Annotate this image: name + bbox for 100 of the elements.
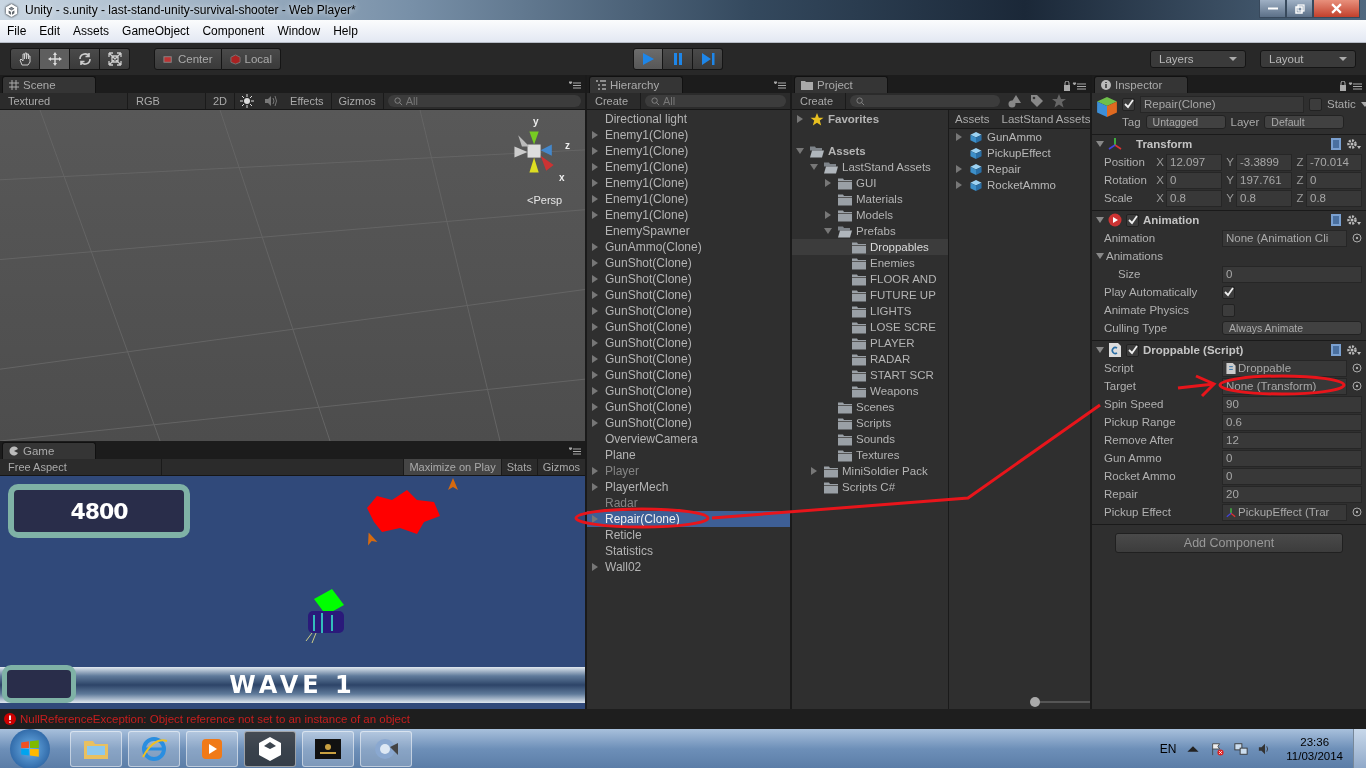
hierarchy-item[interactable]: GunShot(Clone) <box>587 383 790 399</box>
hierarchy-item[interactable]: GunShot(Clone) <box>587 319 790 335</box>
hierarchy-item[interactable]: Reticle <box>587 527 790 543</box>
collapse-arrow-icon[interactable] <box>810 163 818 171</box>
project-folder-item[interactable]: Prefabs <box>792 223 948 239</box>
expand-arrow-icon[interactable] <box>810 467 818 475</box>
expand-arrow-icon[interactable] <box>591 163 599 171</box>
menu-item[interactable]: Assets <box>66 24 116 38</box>
settings-icon[interactable] <box>1346 138 1362 150</box>
prefab-item[interactable]: GunAmmo <box>949 129 1090 145</box>
browser-app-button[interactable] <box>128 731 180 767</box>
number-field[interactable]: 0 <box>1222 467 1362 485</box>
expand-arrow-icon[interactable] <box>591 339 599 347</box>
number-field[interactable]: 0.6 <box>1222 413 1362 431</box>
clock[interactable]: 23:36 11/03/2014 <box>1286 735 1343 763</box>
hierarchy-item[interactable]: OverviewCamera <box>587 431 790 447</box>
expand-arrow-icon[interactable] <box>824 211 832 219</box>
component-enabled-checkbox[interactable] <box>1126 343 1139 357</box>
breadcrumb-link[interactable]: Assets <box>955 113 990 125</box>
panel-menu-icon[interactable] <box>774 81 786 89</box>
hierarchy-item[interactable]: GunShot(Clone) <box>587 271 790 287</box>
hierarchy-item[interactable]: GunShot(Clone) <box>587 287 790 303</box>
project-folder-item[interactable]: Droppables <box>792 239 948 255</box>
create-dropdown[interactable]: Create <box>587 93 641 109</box>
hierarchy-item[interactable]: GunShot(Clone) <box>587 415 790 431</box>
expand-arrow-icon[interactable] <box>955 133 963 141</box>
project-folder-item[interactable]: Scenes <box>792 399 948 415</box>
component-header[interactable]: Droppable (Script) <box>1092 341 1366 359</box>
project-folder-item[interactable]: Sounds <box>792 431 948 447</box>
collapse-arrow-icon[interactable] <box>796 147 804 155</box>
hierarchy-item[interactable]: Directional light <box>587 111 790 127</box>
hierarchy-item[interactable]: GunAmmo(Clone) <box>587 239 790 255</box>
icon-size-slider-thumb[interactable] <box>1030 697 1040 707</box>
foldout-label[interactable]: Animations <box>1106 250 1224 262</box>
number-field[interactable]: 0 <box>1222 265 1362 283</box>
game-view-toggle[interactable]: Stats <box>500 459 537 475</box>
scene-viewport[interactable]: y z x <Persp <box>0 110 585 441</box>
projection-label[interactable]: <Persp <box>527 194 563 206</box>
rotate-tool-button[interactable] <box>70 48 100 70</box>
project-folder-item[interactable]: FLOOR AND <box>792 271 948 287</box>
effects-dropdown[interactable]: Effects <box>283 93 332 109</box>
prefab-item[interactable]: Repair <box>949 161 1090 177</box>
number-field[interactable]: -70.014 <box>1306 153 1362 171</box>
project-folder-item[interactable]: MiniSoldier Pack <box>792 463 948 479</box>
prefab-item[interactable]: PickupEffect <box>949 145 1090 161</box>
collapse-arrow-icon[interactable] <box>1096 346 1104 354</box>
object-name-field[interactable]: Repair(Clone) <box>1140 95 1304 113</box>
object-field[interactable]: Droppable <box>1222 359 1347 377</box>
flag-warning-icon[interactable] <box>1210 742 1225 756</box>
expand-arrow-icon[interactable] <box>591 403 599 411</box>
active-checkbox[interactable] <box>1122 97 1135 111</box>
number-field[interactable]: 0.8 <box>1166 189 1222 207</box>
project-folder-item[interactable]: RADAR <box>792 351 948 367</box>
hierarchy-item[interactable]: Enemy1(Clone) <box>587 175 790 191</box>
close-button[interactable] <box>1313 0 1360 18</box>
caret-icon[interactable] <box>1360 101 1366 107</box>
project-folder-item[interactable]: Assets <box>792 143 948 159</box>
hand-tool-button[interactable] <box>10 48 40 70</box>
project-folder-item[interactable]: Enemies <box>792 255 948 271</box>
language-indicator[interactable]: EN <box>1159 742 1177 756</box>
folder-app-button[interactable] <box>70 731 122 767</box>
expand-arrow-icon[interactable] <box>591 179 599 187</box>
project-tab[interactable]: Project <box>794 76 888 93</box>
play-button[interactable] <box>633 48 663 70</box>
pivot-button[interactable]: Center <box>154 48 222 70</box>
expand-arrow-icon[interactable] <box>591 563 599 571</box>
hierarchy-item[interactable]: GunShot(Clone) <box>587 367 790 383</box>
media-player-app-button[interactable] <box>186 731 238 767</box>
project-folder-item[interactable]: GUI <box>792 175 948 191</box>
object-field[interactable]: None (Animation Cli <box>1222 229 1347 247</box>
settings-icon[interactable] <box>1346 344 1362 356</box>
number-field[interactable]: 90 <box>1222 395 1362 413</box>
scene-tab[interactable]: Scene <box>2 76 96 93</box>
expand-arrow-icon[interactable] <box>591 195 599 203</box>
expand-arrow-icon[interactable] <box>591 371 599 379</box>
lock-and-menu-icon[interactable] <box>1064 81 1086 91</box>
hierarchy-item[interactable]: Plane <box>587 447 790 463</box>
number-field[interactable]: 12.097 <box>1166 153 1222 171</box>
shading-mode-dropdown[interactable]: Textured <box>0 93 128 109</box>
add-component-button[interactable]: Add Component <box>1115 533 1343 553</box>
help-book-icon[interactable] <box>1330 138 1342 150</box>
panel-menu-icon[interactable] <box>569 81 581 89</box>
menu-item[interactable]: Edit <box>32 24 67 38</box>
expand-arrow-icon[interactable] <box>591 259 599 267</box>
expand-arrow-icon[interactable] <box>591 483 599 491</box>
hierarchy-item[interactable]: Enemy1(Clone) <box>587 127 790 143</box>
expand-arrow-icon[interactable] <box>591 387 599 395</box>
project-folder-item[interactable]: START SCR <box>792 367 948 383</box>
maximize-button[interactable] <box>1286 0 1313 18</box>
gizmos-dropdown[interactable]: Gizmos <box>331 93 384 109</box>
number-field[interactable]: 0 <box>1306 171 1362 189</box>
property-checkbox[interactable] <box>1222 303 1235 317</box>
project-folder-item[interactable]: Models <box>792 207 948 223</box>
hierarchy-tab[interactable]: Hierarchy <box>589 76 683 93</box>
number-field[interactable]: 0.8 <box>1306 189 1362 207</box>
hierarchy-item[interactable]: GunShot(Clone) <box>587 335 790 351</box>
number-field[interactable]: 20 <box>1222 485 1362 503</box>
expand-arrow-icon[interactable] <box>591 275 599 283</box>
expand-arrow-icon[interactable] <box>591 307 599 315</box>
expand-arrow-icon[interactable] <box>591 211 599 219</box>
